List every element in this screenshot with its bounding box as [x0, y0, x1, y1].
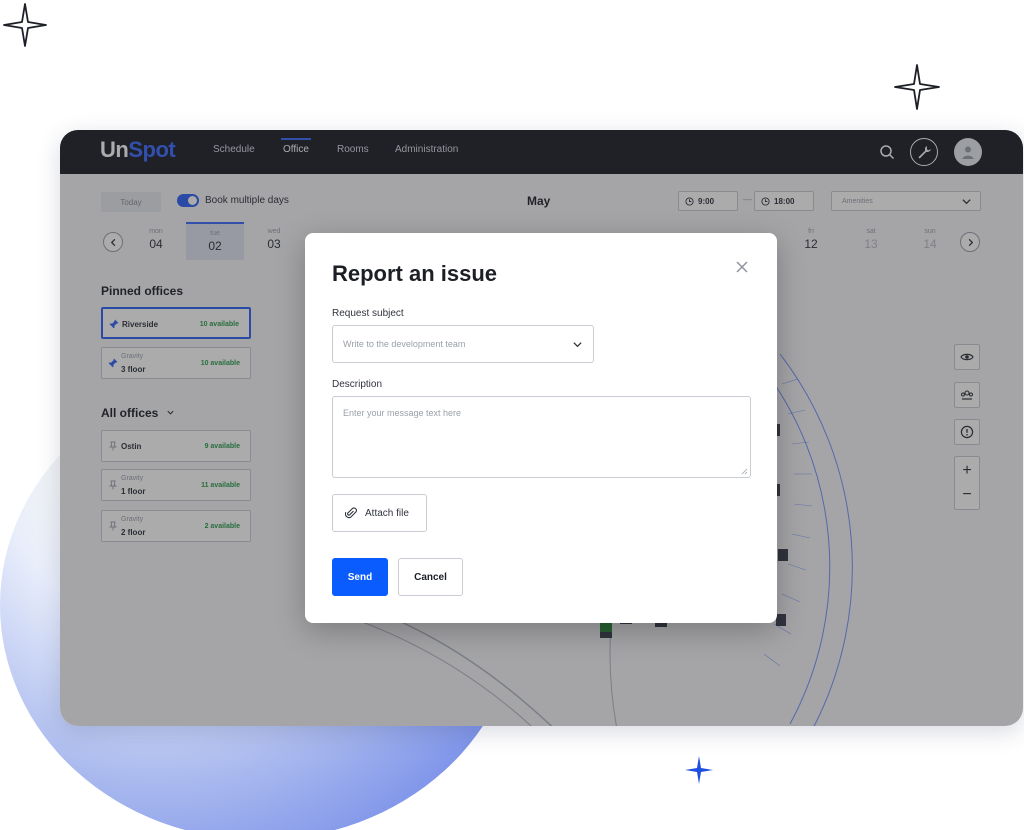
description-placeholder: Enter your message text here	[343, 408, 462, 418]
send-button[interactable]: Send	[332, 558, 388, 596]
attach-file-label: Attach file	[365, 507, 409, 519]
sparkle-filled-icon	[685, 756, 713, 784]
request-subject-placeholder: Write to the development team	[343, 339, 466, 349]
close-icon[interactable]	[735, 260, 749, 274]
sparkle-outline-icon	[3, 3, 47, 47]
attach-file-button[interactable]: Attach file	[332, 494, 427, 532]
sparkle-outline-icon	[894, 64, 940, 110]
report-issue-dialog: Report an issue Request subject Write to…	[305, 233, 777, 623]
description-label: Description	[332, 379, 383, 390]
dialog-title: Report an issue	[332, 261, 498, 286]
resize-grip-icon[interactable]	[740, 467, 748, 475]
marketing-stage: UnSpot Schedule Office Rooms Administrat…	[0, 0, 1024, 830]
description-textarea[interactable]: Enter your message text here	[332, 396, 751, 478]
request-subject-select[interactable]: Write to the development team	[332, 325, 594, 363]
chevron-down-icon	[573, 342, 582, 348]
request-subject-label: Request subject	[332, 308, 404, 319]
paperclip-icon	[345, 507, 357, 519]
cancel-button[interactable]: Cancel	[398, 558, 463, 596]
